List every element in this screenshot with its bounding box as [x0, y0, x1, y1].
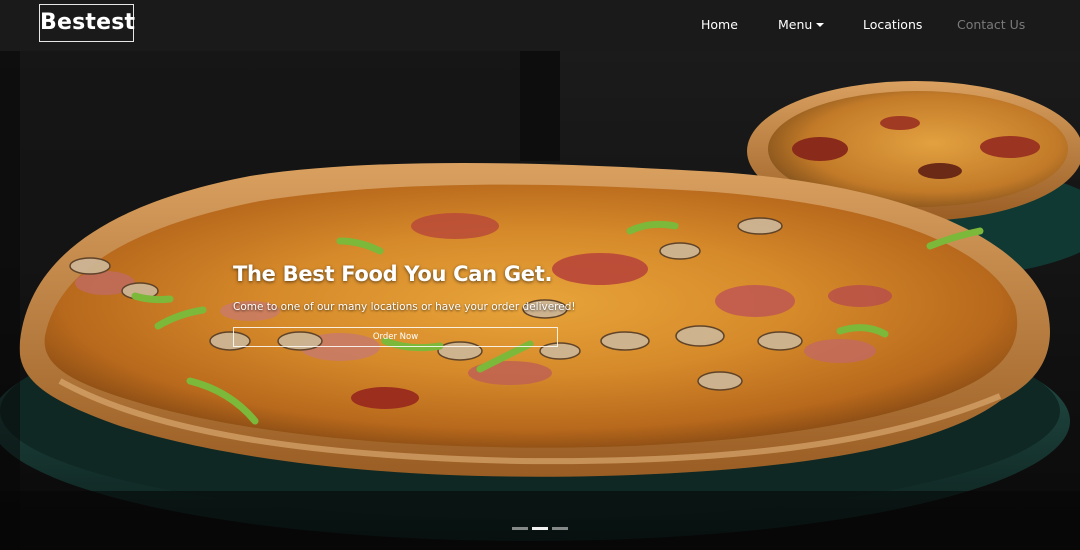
carousel-indicator[interactable] [552, 527, 568, 530]
order-now-button[interactable]: Order Now [233, 327, 558, 347]
nav-contact-link[interactable]: Contact Us [957, 16, 1025, 34]
carousel-indicator[interactable] [512, 527, 528, 530]
navbar: Bestest Home Menu Locations Contact Us [0, 0, 1080, 51]
hero-text: Come to one of our many locations or hav… [233, 301, 576, 313]
nav-menu-dropdown[interactable]: Menu [778, 16, 825, 34]
nav-home-link[interactable]: Home [701, 16, 738, 34]
carousel-indicators [0, 527, 1080, 533]
carousel-indicator-active[interactable] [532, 527, 548, 530]
hero-title: The Best Food You Can Get. [233, 262, 553, 286]
caret-down-icon [816, 23, 825, 27]
nav-menu-label: Menu [778, 17, 813, 32]
nav-locations-link[interactable]: Locations [863, 16, 922, 34]
hero-carousel: The Best Food You Can Get. Come to one o… [0, 51, 1080, 550]
brand-logo[interactable]: Bestest [39, 4, 135, 42]
